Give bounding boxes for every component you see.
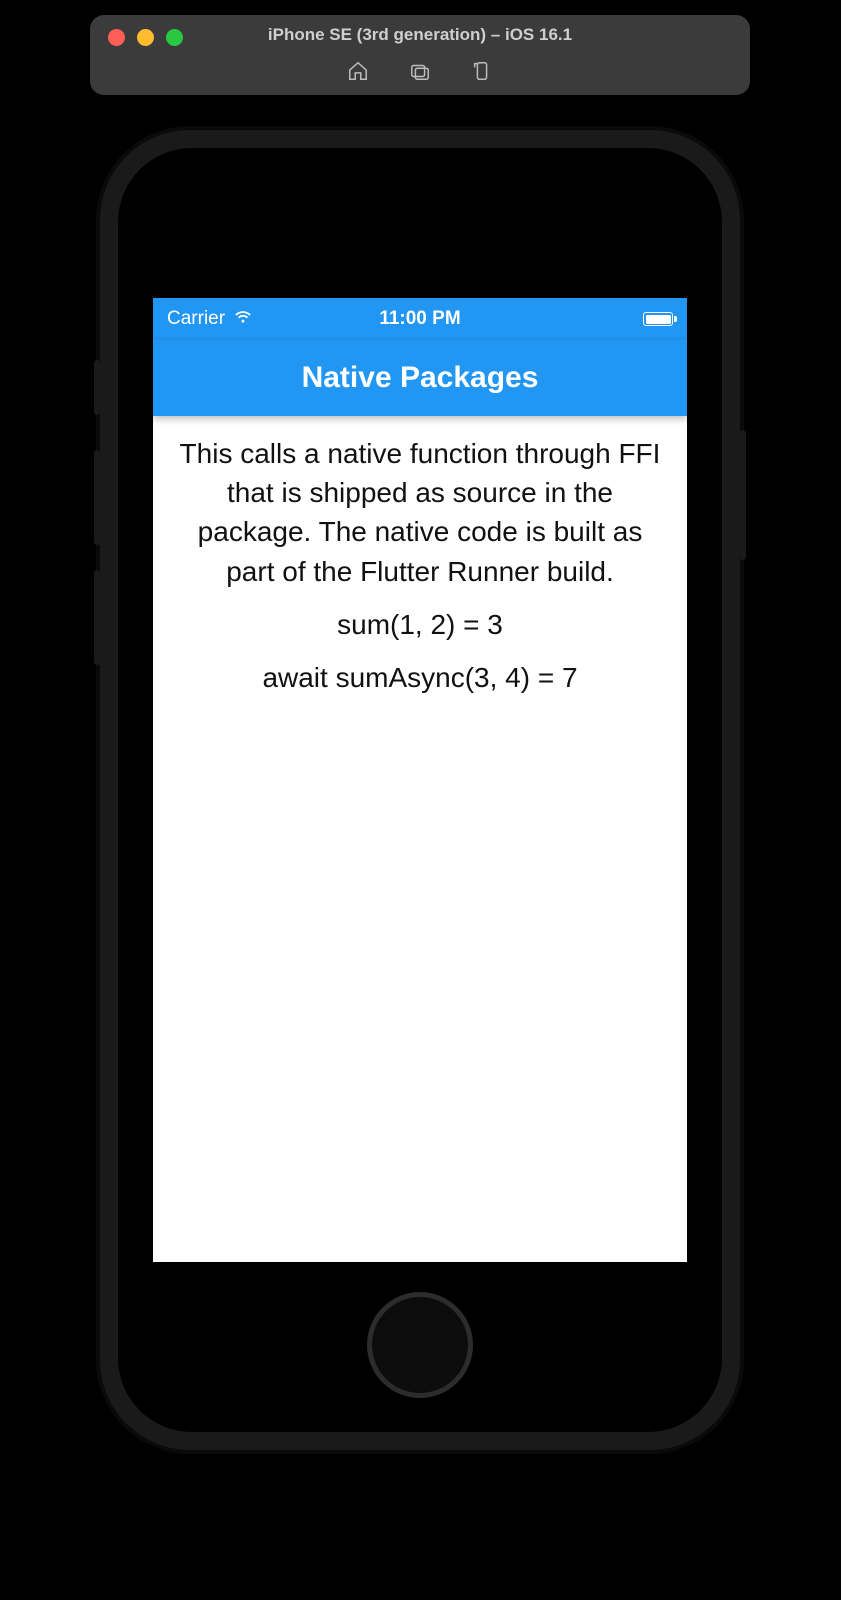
app-bar-title: Native Packages xyxy=(302,361,539,395)
volume-up-button[interactable] xyxy=(94,450,100,545)
phone-frame: DEBUG Carrier 11:00 PM N xyxy=(100,130,740,1450)
sum-async-result-text: await sumAsync(3, 4) = 7 xyxy=(171,658,669,697)
status-time: 11:00 PM xyxy=(153,308,687,330)
app-bar: Native Packages xyxy=(153,340,687,416)
phone-screen: DEBUG Carrier 11:00 PM N xyxy=(153,298,687,1262)
status-bar: Carrier 11:00 PM xyxy=(153,298,687,340)
simulator-toolbar xyxy=(90,60,750,87)
screenshot-icon[interactable] xyxy=(409,60,431,87)
battery-icon xyxy=(643,312,673,326)
simulator-title: iPhone SE (3rd generation) – iOS 16.1 xyxy=(90,25,750,45)
app-body: This calls a native function through FFI… xyxy=(153,416,687,729)
power-button[interactable] xyxy=(740,430,746,560)
home-button[interactable] xyxy=(367,1292,473,1398)
phone-bezel: DEBUG Carrier 11:00 PM N xyxy=(118,148,722,1432)
mute-switch[interactable] xyxy=(94,360,100,415)
home-icon[interactable] xyxy=(347,60,369,87)
volume-down-button[interactable] xyxy=(94,570,100,665)
sum-result-text: sum(1, 2) = 3 xyxy=(171,605,669,644)
description-text: This calls a native function through FFI… xyxy=(171,434,669,591)
rotate-icon[interactable] xyxy=(471,60,493,87)
simulator-titlebar: iPhone SE (3rd generation) – iOS 16.1 xyxy=(90,15,750,95)
